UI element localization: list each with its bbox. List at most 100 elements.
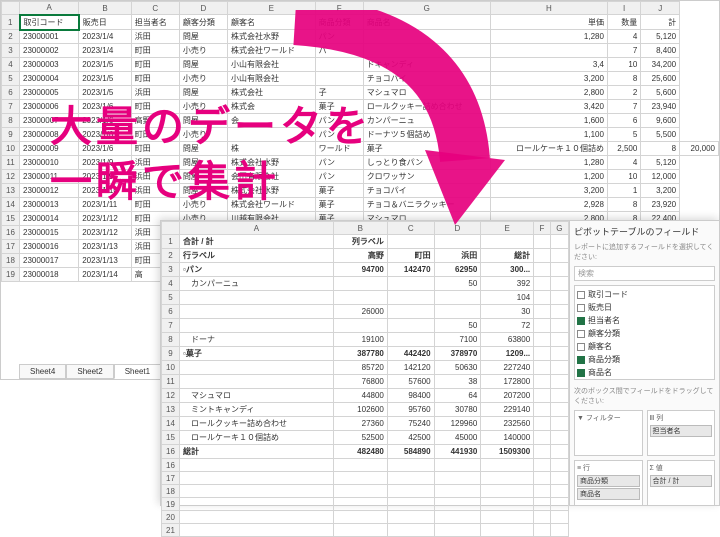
cell[interactable]: 2023/1/13: [79, 240, 132, 254]
cell[interactable]: 23000015: [20, 226, 79, 240]
cell[interactable]: 小売り: [179, 44, 227, 58]
pivot-cell[interactable]: [481, 459, 534, 472]
area-columns[interactable]: Ⅲ 列担当者名: [647, 410, 716, 456]
pivot-cell[interactable]: [333, 291, 387, 305]
pivot-cell[interactable]: 142470: [387, 263, 434, 277]
cell[interactable]: 7: [607, 44, 640, 58]
cell[interactable]: 2023/1/12: [79, 226, 132, 240]
cell[interactable]: 町田: [131, 58, 179, 72]
pivot-cell[interactable]: [333, 498, 387, 511]
pivot-cell[interactable]: 85720: [333, 361, 387, 375]
cell[interactable]: 2023/1/5: [79, 86, 132, 100]
field-item[interactable]: 取引コード: [577, 288, 712, 301]
tab-sheet1[interactable]: Sheet1: [114, 364, 161, 379]
pivot-cell[interactable]: [434, 485, 481, 498]
field-item[interactable]: 担当者名: [577, 314, 712, 327]
field-list[interactable]: 取引コード販売日担当者名顧客分類顧客名商品分類商品名単価数量計: [574, 285, 715, 380]
cell[interactable]: 小売り: [179, 72, 227, 86]
pivot-cell[interactable]: [180, 361, 334, 375]
pivot-cell[interactable]: [481, 524, 534, 537]
field-item[interactable]: 商品名: [577, 366, 712, 379]
pivot-cell[interactable]: [434, 524, 481, 537]
field-item[interactable]: 顧客名: [577, 340, 712, 353]
cell[interactable]: 問屋: [179, 30, 227, 44]
col-B[interactable]: B: [79, 2, 132, 15]
cell[interactable]: 23000012: [20, 184, 79, 198]
cell[interactable]: 5: [607, 128, 640, 142]
cell[interactable]: 1: [607, 184, 640, 198]
pivot-cell[interactable]: カンパーニュ: [180, 277, 334, 291]
pivot-cell[interactable]: [180, 291, 334, 305]
pivot-cell[interactable]: 50: [434, 277, 481, 291]
pivot-cell[interactable]: 142120: [387, 361, 434, 375]
pivot-cell[interactable]: 98400: [387, 389, 434, 403]
pivot-cell[interactable]: [534, 472, 550, 485]
cell[interactable]: 5: [2, 72, 20, 86]
pcol-F[interactable]: F: [534, 222, 550, 235]
pivot-cell[interactable]: [481, 498, 534, 511]
pivot-cell[interactable]: ▫菓子: [180, 347, 334, 361]
cell[interactable]: 23,940: [641, 100, 680, 114]
cell[interactable]: 1: [2, 15, 20, 30]
cell[interactable]: 6: [2, 86, 20, 100]
pivot-cell[interactable]: 浜田: [434, 249, 481, 263]
pivot-cell[interactable]: 229140: [481, 403, 534, 417]
cell[interactable]: 浜田: [131, 30, 179, 44]
pivot-cell[interactable]: 30780: [434, 403, 481, 417]
pivot-cell[interactable]: [333, 524, 387, 537]
pivot-cell[interactable]: [333, 277, 387, 291]
pivot-cell[interactable]: [180, 319, 334, 333]
cell[interactable]: 8: [2, 114, 20, 128]
cell[interactable]: 16: [2, 226, 20, 240]
cell[interactable]: 6: [607, 114, 640, 128]
cell[interactable]: 8: [607, 72, 640, 86]
cell[interactable]: 2023/1/10: [79, 184, 132, 198]
pivot-cell[interactable]: ▫パン: [180, 263, 334, 277]
cell[interactable]: 9: [2, 128, 20, 142]
tab-sheet2[interactable]: Sheet2: [66, 364, 113, 379]
cell[interactable]: 5,120: [641, 156, 680, 170]
cell[interactable]: 小売り: [179, 198, 227, 212]
pivot-cell[interactable]: [180, 472, 334, 485]
cell[interactable]: 18: [2, 254, 20, 268]
cell[interactable]: 23000014: [20, 212, 79, 226]
cell[interactable]: 23000013: [20, 198, 79, 212]
cell[interactable]: 2023/1/6: [79, 128, 132, 142]
field-item[interactable]: 商品分類: [577, 353, 712, 366]
pivot-cell[interactable]: 38: [434, 375, 481, 389]
pivot-cell[interactable]: 52500: [333, 431, 387, 445]
pivot-cell[interactable]: 482480: [333, 445, 387, 459]
pivot-cell[interactable]: [387, 291, 434, 305]
cell[interactable]: 3: [2, 44, 20, 58]
pivot-cell[interactable]: 232560: [481, 417, 534, 431]
cell[interactable]: 4: [2, 58, 20, 72]
pivot-cell[interactable]: [434, 459, 481, 472]
cell[interactable]: 23000010: [20, 156, 79, 170]
pivot-cell[interactable]: [434, 291, 481, 305]
cell[interactable]: 23000018: [20, 268, 79, 282]
pivot-cell[interactable]: 1509300: [481, 445, 534, 459]
pivot-cell[interactable]: 50630: [434, 361, 481, 375]
pivot-cell[interactable]: [434, 305, 481, 319]
field-item[interactable]: 顧客分類: [577, 327, 712, 340]
pivot-cell[interactable]: 75240: [387, 417, 434, 431]
pivot-cell[interactable]: 45000: [434, 431, 481, 445]
cell[interactable]: 5,600: [641, 86, 680, 100]
cell[interactable]: 2023/1/5: [79, 72, 132, 86]
cell[interactable]: 23000017: [20, 254, 79, 268]
cell[interactable]: 23000006: [20, 100, 79, 114]
pivot-cell[interactable]: [434, 472, 481, 485]
cell[interactable]: 23000016: [20, 240, 79, 254]
cell[interactable]: 顧客分類: [179, 15, 227, 30]
pivot-cell[interactable]: [333, 472, 387, 485]
pivot-cell[interactable]: 300...: [481, 263, 534, 277]
pivot-cell[interactable]: 62950: [434, 263, 481, 277]
cell[interactable]: 町田: [131, 100, 179, 114]
pivot-cell[interactable]: [180, 305, 334, 319]
cell[interactable]: 2023/1/6: [79, 114, 132, 128]
pivot-cell[interactable]: [387, 277, 434, 291]
pivot-cell[interactable]: 7100: [434, 333, 481, 347]
pivot-cell[interactable]: 227240: [481, 361, 534, 375]
pivot-cell[interactable]: 行ラベル: [180, 249, 334, 263]
pivot-cell[interactable]: ロールケーキ１０個詰め: [180, 431, 334, 445]
